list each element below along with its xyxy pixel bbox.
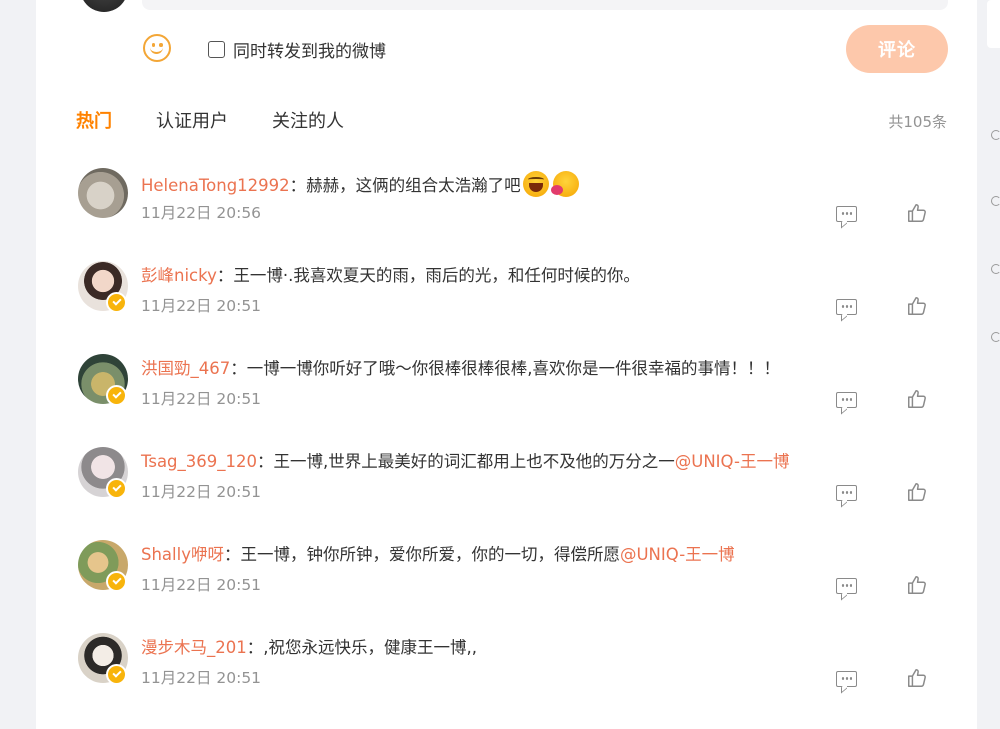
verified-badge-icon <box>106 571 127 592</box>
mention-link[interactable]: @UNIQ-王一博 <box>675 452 790 471</box>
comment-username[interactable]: HelenaTong12992 <box>141 176 290 195</box>
comment-separator: ： <box>257 452 274 471</box>
comment-separator: ： <box>216 266 234 285</box>
reply-icon[interactable] <box>836 392 857 415</box>
reply-icon[interactable] <box>836 578 857 601</box>
like-thumb-icon[interactable] <box>906 388 928 410</box>
comment-separator: ： <box>223 545 241 564</box>
comment-item: 漫步木马_201：,祝您永远快乐，健康王一博,, 11月22日 20:51 <box>78 633 948 726</box>
tab-hot[interactable]: 热门 <box>76 110 112 134</box>
comment-timestamp: 11月22日 20:51 <box>141 669 262 687</box>
tab-following[interactable]: 关注的人 <box>272 110 344 134</box>
comment-content: 洪国勁_467：一博一博你听好了哦～你很棒很棒很棒,喜欢你是一件很幸福的事情！！… <box>141 357 780 381</box>
repost-checkbox[interactable] <box>208 40 225 58</box>
comment-text: 王一博,世界上最美好的词汇都用上也不及他的万分之一 <box>273 452 675 471</box>
comment-content: 彭峰nicky：王一博·.我喜欢夏天的雨，雨后的光，和任何时候的你。 <box>141 264 640 288</box>
comment-text: 赫赫，这俩的组合太浩瀚了吧 <box>306 176 521 195</box>
like-thumb-icon[interactable] <box>906 574 928 596</box>
comment-username[interactable]: 漫步木马_201 <box>141 638 247 657</box>
comment-content: Tsag_369_120：王一博,世界上最美好的词汇都用上也不及他的万分之一@U… <box>141 450 789 474</box>
reply-icon[interactable] <box>836 299 857 322</box>
comment-username[interactable]: Shally咿呀 <box>141 545 224 564</box>
comment-input[interactable] <box>142 0 948 10</box>
comment-timestamp: 11月22日 20:56 <box>141 204 262 222</box>
verified-badge-icon <box>106 385 127 406</box>
reply-icon[interactable] <box>836 671 857 694</box>
tab-verified-users[interactable]: 认证用户 <box>156 110 228 134</box>
sidebar-clock-icon[interactable] <box>991 264 1000 274</box>
emoji-mouth <box>150 46 163 54</box>
comment-content: 漫步木马_201：,祝您永远快乐，健康王一博,, <box>141 636 477 660</box>
comment-username[interactable]: 洪国勁_467 <box>141 359 230 378</box>
comment-text: 王一博，钟你所钟，爱你所爱，你的一切，得偿所愿 <box>240 545 620 564</box>
verified-badge-icon <box>106 292 127 313</box>
comment-timestamp: 11月22日 20:51 <box>141 483 262 501</box>
verified-badge-icon <box>106 478 127 499</box>
verified-badge-icon <box>106 664 127 685</box>
sidebar-profile-icon[interactable] <box>991 332 1000 342</box>
repost-label: 同时转发到我的微博 <box>233 41 386 62</box>
reply-icon[interactable] <box>836 206 857 229</box>
comment-separator: ： <box>289 176 307 195</box>
comment-filter-tabs: 热门 认证用户 关注的人 <box>76 110 388 134</box>
sidebar-card <box>987 0 1000 48</box>
reply-icon[interactable] <box>836 485 857 508</box>
repost-checkbox-row[interactable]: 同时转发到我的微博 <box>208 38 386 62</box>
laughing-emoji-icon <box>522 171 549 197</box>
submit-comment-button[interactable]: 评论 <box>846 25 948 73</box>
like-thumb-icon[interactable] <box>906 295 928 317</box>
comment-content: HelenaTong12992：赫赫，这俩的组合太浩瀚了吧 <box>141 171 579 198</box>
like-thumb-icon[interactable] <box>906 667 928 689</box>
comment-text: 王一博·.我喜欢夏天的雨，雨后的光，和任何时候的你。 <box>233 266 640 285</box>
comment-timestamp: 11月22日 20:51 <box>141 576 262 594</box>
comment-content: Shally咿呀：王一博，钟你所钟，爱你所爱，你的一切，得偿所愿@UNIQ-王一… <box>141 543 735 567</box>
comment-username[interactable]: Tsag_369_120 <box>141 452 257 471</box>
like-thumb-icon[interactable] <box>906 202 928 224</box>
comment-separator: ： <box>230 359 247 378</box>
thinking-emoji-icon <box>550 171 579 197</box>
page-background <box>0 0 36 729</box>
comment-separator: ： <box>246 638 264 657</box>
comment-item: Tsag_369_120：王一博,世界上最美好的词汇都用上也不及他的万分之一@U… <box>78 447 948 540</box>
user-avatar[interactable] <box>78 168 128 218</box>
comment-username[interactable]: 彭峰nicky <box>141 266 217 285</box>
comment-count: 共105条 <box>888 113 947 131</box>
comment-timestamp: 11月22日 20:51 <box>141 390 262 408</box>
mention-link[interactable]: @UNIQ-王一博 <box>620 545 735 564</box>
emoji-picker-icon[interactable] <box>143 34 171 62</box>
comment-text: 一博一博你听好了哦～你很棒很棒很棒,喜欢你是一件很幸福的事情！！！ <box>246 359 780 378</box>
comment-item: 洪国勁_467：一博一博你听好了哦～你很棒很棒很棒,喜欢你是一件很幸福的事情！！… <box>78 354 948 447</box>
comment-item: 彭峰nicky：王一博·.我喜欢夏天的雨，雨后的光，和任何时候的你。 11月22… <box>78 261 948 354</box>
like-thumb-icon[interactable] <box>906 481 928 503</box>
comment-text: ,祝您永远快乐，健康王一博,, <box>263 638 477 657</box>
right-sidebar-edge <box>977 0 1000 729</box>
comment-item: HelenaTong12992：赫赫，这俩的组合太浩瀚了吧 11月22日 20:… <box>78 168 948 261</box>
comment-item: Shally咿呀：王一博，钟你所钟，爱你所爱，你的一切，得偿所愿@UNIQ-王一… <box>78 540 948 633</box>
sidebar-refresh-icon[interactable] <box>991 130 1000 140</box>
comment-timestamp: 11月22日 20:51 <box>141 297 262 315</box>
sidebar-location-icon[interactable] <box>991 196 1000 206</box>
